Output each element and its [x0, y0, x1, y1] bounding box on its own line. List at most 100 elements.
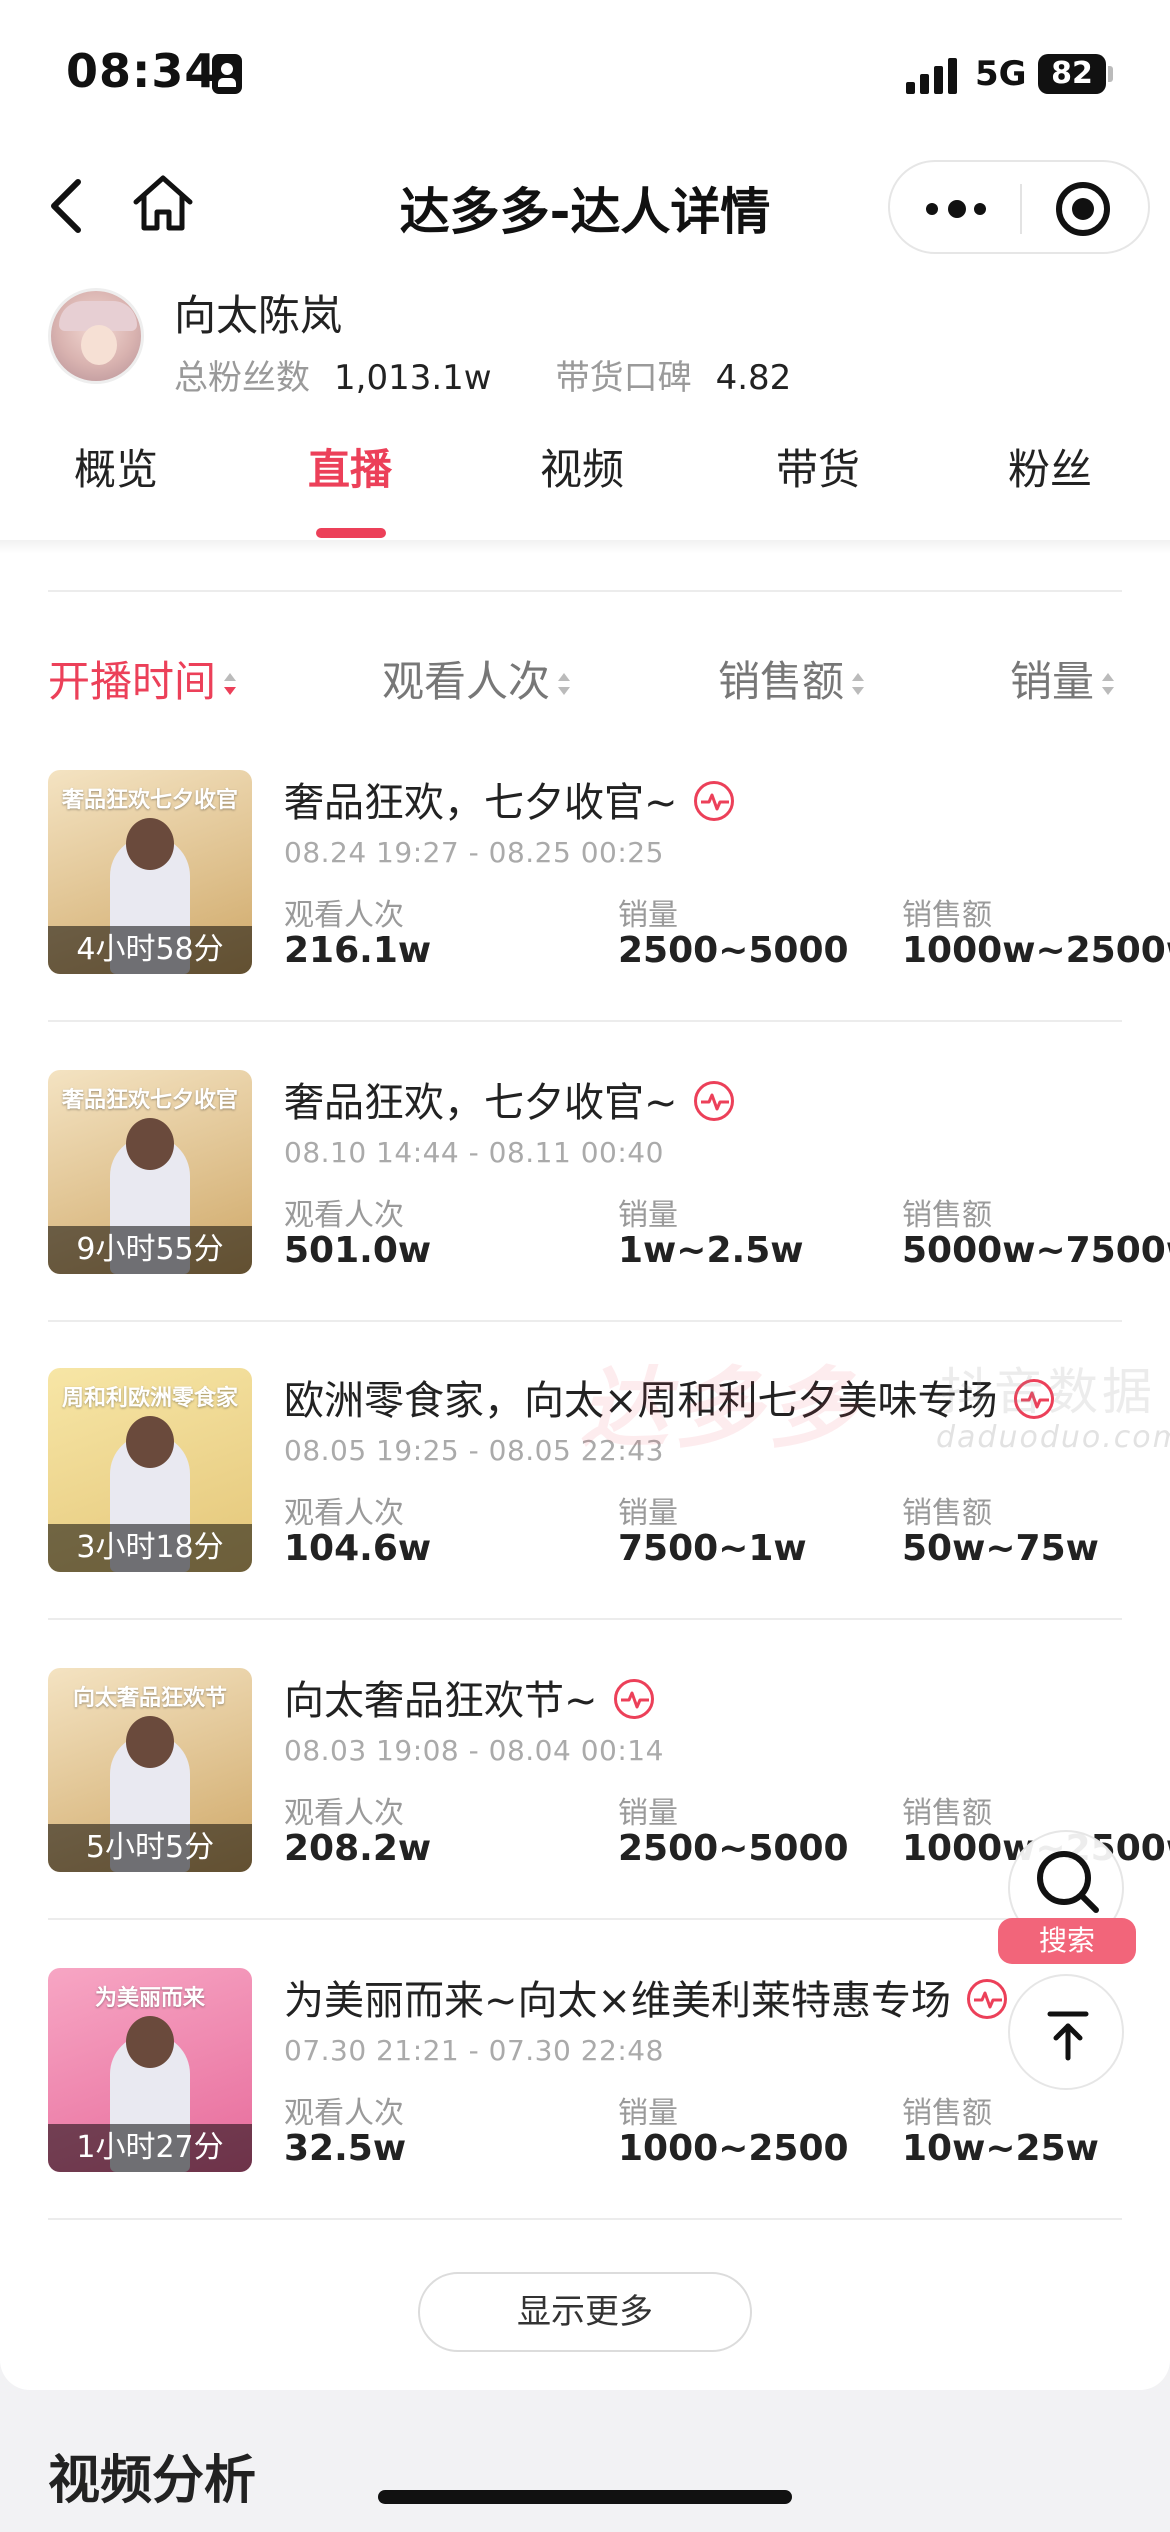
network-label: 5G — [975, 54, 1027, 94]
sales-value: 1000w~2500w — [902, 930, 1170, 971]
sales-value: 10w~25w — [902, 2128, 1099, 2169]
views-value: 32.5w — [284, 2128, 407, 2169]
views-value: 104.6w — [284, 1528, 432, 1569]
profile-stats: 总粉丝数 1,013.1w 带货口碑 4.82 — [174, 350, 855, 399]
sort-arrow-icon — [1100, 671, 1116, 699]
live-cover: 周和利欧洲零食家 3小时18分 — [48, 1368, 252, 1572]
tabs-shadow — [0, 540, 1170, 554]
live-title: 奢品狂欢，七夕收官~ — [284, 770, 734, 828]
divider — [48, 1618, 1122, 1620]
views-label: 观看人次 — [284, 1796, 404, 1831]
views-value: 216.1w — [284, 930, 432, 971]
live-time: 08.10 14:44 - 08.11 00:40 — [284, 1136, 664, 1169]
divider — [48, 590, 1122, 592]
volume-label: 销量 — [618, 1198, 678, 1233]
views-label: 观看人次 — [284, 1496, 404, 1531]
volume-value: 1000~2500 — [618, 2128, 849, 2169]
live-title: 奢品狂欢，七夕收官~ — [284, 1070, 734, 1128]
sort-views[interactable]: 观看人次 — [382, 648, 572, 709]
watermark-brand: 达多多 — [580, 1357, 863, 1460]
sort-volume[interactable]: 销量 — [1010, 648, 1116, 709]
views-label: 观看人次 — [284, 1198, 404, 1233]
search-label[interactable]: 搜索 — [998, 1918, 1136, 1964]
sort-sales[interactable]: 销售额 — [718, 648, 866, 709]
sales-label: 销售额 — [902, 1796, 992, 1831]
live-cover: 向太奢品狂欢节 5小时5分 — [48, 1668, 252, 1872]
home-indicator[interactable] — [378, 2490, 792, 2504]
live-row[interactable]: 向太奢品狂欢节 5小时5分 向太奢品狂欢节~ 08.03 19:08 - 08.… — [0, 1638, 1170, 1938]
divider — [48, 2218, 1122, 2220]
rating-value: 4.82 — [715, 358, 792, 398]
live-title: 向太奢品狂欢节~ — [284, 1668, 654, 1726]
live-cover: 奢品狂欢七夕收官 4小时58分 — [48, 770, 252, 974]
signal-icon — [906, 58, 962, 94]
divider — [48, 1020, 1122, 1022]
live-stats-icon[interactable] — [967, 1979, 1008, 2019]
capsule-divider — [1020, 184, 1022, 234]
sales-value: 5000w~7500w — [902, 1230, 1170, 1271]
volume-label: 销量 — [618, 1496, 678, 1531]
sales-label: 销售额 — [902, 2096, 992, 2131]
live-row[interactable]: 为美丽而来 1小时27分 为美丽而来~向太×维美利莱特惠专场 07.30 21:… — [0, 1938, 1170, 2238]
cover-text: 向太奢品狂欢节 — [72, 1686, 227, 1711]
section-title: 视频分析 — [48, 2451, 257, 2511]
sales-label: 销售额 — [902, 1198, 992, 1233]
sales-label: 销售额 — [902, 898, 992, 933]
cover-text: 为美丽而来 — [94, 1986, 205, 2011]
live-duration: 1小时27分 — [48, 2124, 252, 2172]
cover-text: 奢品狂欢七夕收官 — [61, 1088, 238, 1113]
show-more-button[interactable]: 显示更多 — [418, 2272, 752, 2352]
fans-label: 总粉丝数 — [174, 358, 310, 398]
tab-fans[interactable]: 粉丝 — [1008, 436, 1092, 497]
views-value: 208.2w — [284, 1828, 432, 1869]
live-duration: 5小时5分 — [48, 1824, 252, 1872]
volume-value: 1w~2.5w — [618, 1230, 804, 1271]
sort-arrow-icon — [556, 671, 572, 699]
live-stats-icon[interactable] — [693, 1081, 734, 1121]
sort-start-time[interactable]: 开播时间 — [48, 648, 238, 709]
miniprogram-capsule — [888, 160, 1150, 254]
orientation-lock-icon — [212, 54, 242, 94]
live-title: 为美丽而来~向太×维美利莱特惠专场 — [284, 1968, 1008, 2026]
page-card: 08:34 5G 82 达多多-达人详情 向太陈岚 总粉丝数 1,013.1w 带货… — [0, 0, 1170, 2390]
views-label: 观看人次 — [284, 898, 404, 933]
tab-sales[interactable]: 带货 — [776, 436, 860, 497]
live-time: 08.24 19:27 - 08.25 00:25 — [284, 836, 664, 869]
profile-name: 向太陈岚 — [174, 291, 343, 340]
volume-value: 7500~1w — [618, 1528, 807, 1569]
divider — [48, 1320, 1122, 1322]
rating-label: 带货口碑 — [555, 358, 692, 398]
live-duration: 9小时55分 — [48, 1226, 252, 1274]
live-time: 08.03 19:08 - 08.04 00:14 — [284, 1734, 664, 1767]
volume-value: 2500~5000 — [618, 1828, 849, 1869]
volume-label: 销量 — [618, 2096, 678, 2131]
live-row[interactable]: 奢品狂欢七夕收官 4小时58分 奢品狂欢，七夕收官~ 08.24 19:27 -… — [0, 740, 1170, 1040]
more-icon[interactable] — [926, 192, 988, 226]
arrow-up-icon — [1047, 2011, 1089, 2061]
tab-overview[interactable]: 概览 — [74, 436, 158, 497]
active-tab-indicator — [316, 528, 386, 538]
live-stats-icon[interactable] — [613, 1679, 654, 1719]
tab-live[interactable]: 直播 — [308, 436, 392, 497]
tab-bar: 概览 直播 视频 带货 粉丝 — [0, 436, 1170, 538]
sales-label: 销售额 — [902, 1496, 992, 1531]
status-time: 08:34 — [66, 44, 218, 98]
live-duration: 4小时58分 — [48, 926, 252, 974]
battery-cap — [1108, 66, 1113, 82]
views-value: 501.0w — [284, 1230, 432, 1271]
sort-arrow-icon — [850, 671, 866, 699]
live-cover: 奢品狂欢七夕收官 9小时55分 — [48, 1070, 252, 1274]
tab-video[interactable]: 视频 — [540, 436, 624, 497]
views-label: 观看人次 — [284, 2096, 404, 2131]
live-row[interactable]: 奢品狂欢七夕收官 9小时55分 奢品狂欢，七夕收官~ 08.10 14:44 -… — [0, 1040, 1170, 1340]
cover-text: 周和利欧洲零食家 — [61, 1386, 238, 1411]
close-miniprogram-icon[interactable] — [1056, 182, 1110, 236]
battery-icon: 82 — [1038, 54, 1106, 94]
watermark-url: daduoduo.com — [936, 1420, 1170, 1455]
live-stats-icon[interactable] — [693, 781, 734, 821]
live-time: 07.30 21:21 - 07.30 22:48 — [284, 2034, 664, 2067]
back-to-top-button[interactable] — [1008, 1974, 1124, 2090]
live-cover: 为美丽而来 1小时27分 — [48, 1968, 252, 2172]
avatar[interactable] — [48, 288, 144, 384]
sort-arrow-icon — [222, 671, 238, 699]
